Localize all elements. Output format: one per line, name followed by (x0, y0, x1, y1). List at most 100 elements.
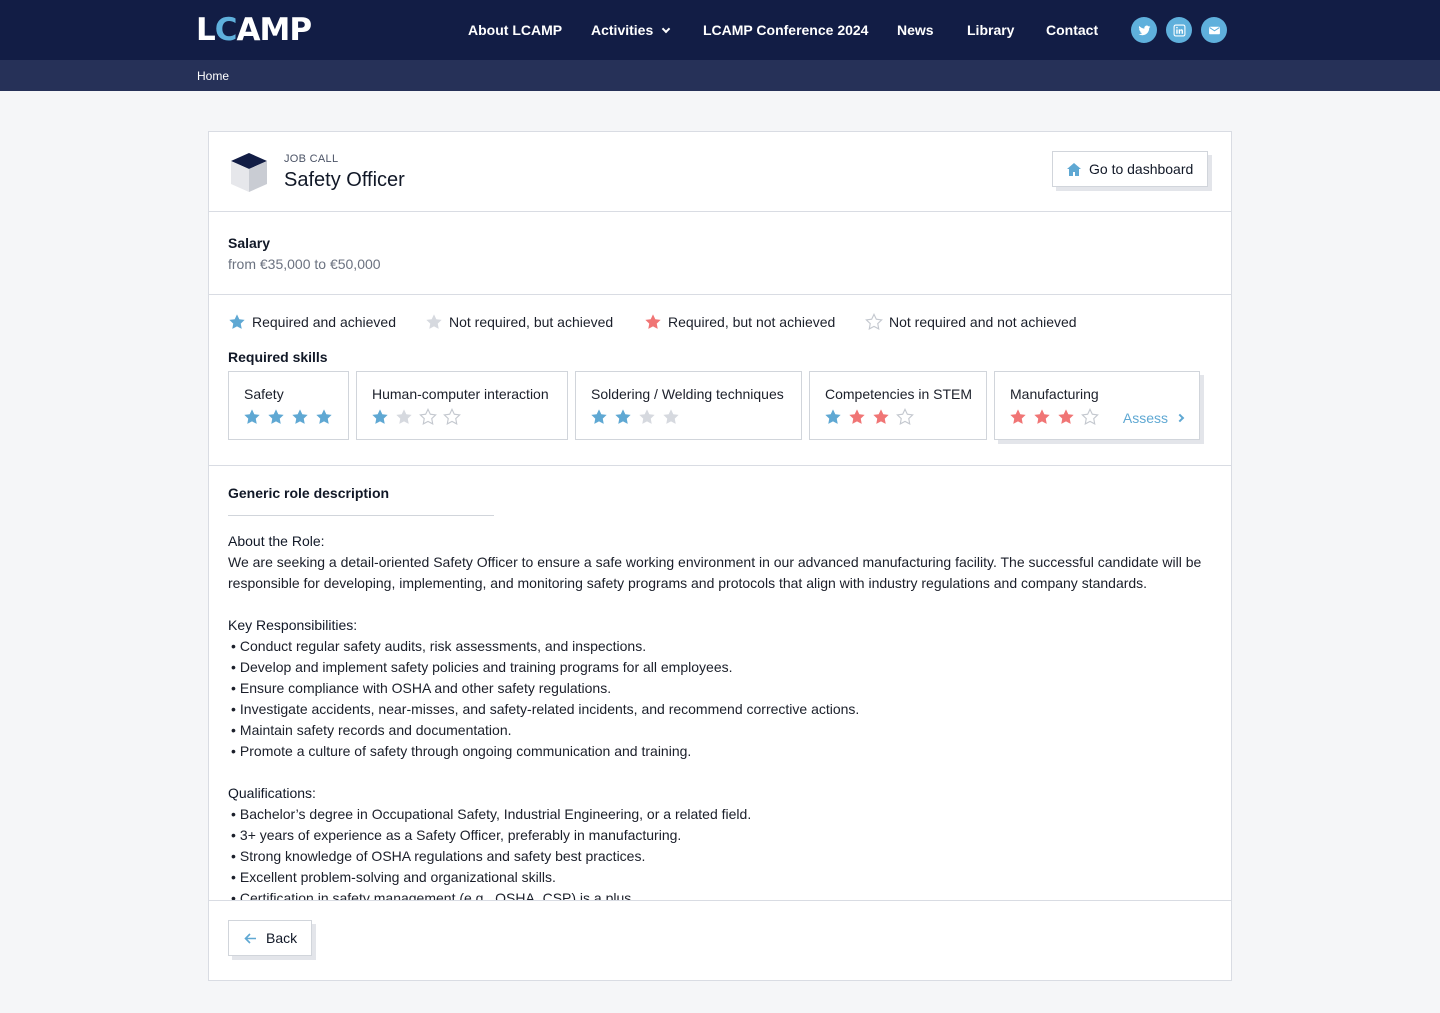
skill-card-stem[interactable]: Competencies in STEM (809, 371, 987, 440)
star-icon (825, 409, 841, 424)
star-icon (591, 409, 607, 424)
star-icon (873, 409, 889, 424)
assess-link[interactable]: Assess (1122, 410, 1185, 426)
legend-label: Not required and not achieved (889, 314, 1077, 330)
star-icon (372, 409, 388, 424)
chevron-right-icon (1175, 413, 1185, 423)
arrow-left-icon (244, 932, 256, 944)
role-description: Generic role description About the Role:… (209, 467, 1231, 900)
back-label: Back (266, 930, 298, 946)
star-icon (292, 409, 308, 424)
star-outline-icon (865, 313, 883, 330)
skill-name: Soldering / Welding techniques (591, 386, 784, 402)
list-item: 3+ years of experience as a Safety Offic… (228, 825, 1218, 846)
list-item: Develop and implement safety policies an… (228, 657, 1218, 678)
list-item: Maintain safety records and documentatio… (228, 720, 1218, 741)
skill-name: Safety (244, 386, 284, 402)
list-item: Bachelor’s degree in Occupational Safety… (228, 804, 1218, 825)
list-item: Ensure compliance with OSHA and other sa… (228, 678, 1218, 699)
list-item: Investigate accidents, near-misses, and … (228, 699, 1218, 720)
card-footer: Back (209, 900, 1231, 980)
top-navigation: LCAMP About LCAMP Activities LCAMP Confe… (0, 0, 1440, 60)
nav-item-conference[interactable]: LCAMP Conference 2024 (703, 22, 868, 38)
chevron-down-icon (662, 24, 671, 34)
assess-label: Assess (1122, 410, 1168, 426)
divider (228, 515, 494, 516)
star-icon (426, 314, 442, 329)
breadcrumb-home[interactable]: Home (197, 69, 229, 83)
list-item: Promote a culture of safety through ongo… (228, 741, 1218, 762)
about-heading: About the Role: (228, 533, 325, 549)
star-icon (1010, 409, 1026, 424)
star-icon (615, 409, 631, 424)
skills-section: Required and achieved Not required, but … (209, 295, 1231, 466)
job-call-card: JOB CALL Safety Officer Go to dashboard … (208, 131, 1232, 981)
about-text: We are seeking a detail-oriented Safety … (228, 554, 1202, 591)
legend-not-required-achieved: Not required, but achieved (425, 313, 613, 331)
qualifications-heading: Qualifications: (228, 785, 316, 801)
go-to-dashboard-button[interactable]: Go to dashboard (1052, 151, 1208, 187)
star-icon (268, 409, 284, 424)
home-icon (1067, 162, 1081, 176)
twitter-icon[interactable] (1131, 17, 1157, 43)
star-icon (645, 314, 661, 329)
description-body: About the Role: We are seeking a detail-… (228, 531, 1218, 900)
list-item: Conduct regular safety audits, risk asse… (228, 636, 1218, 657)
list-item: Strong knowledge of OSHA regulations and… (228, 846, 1218, 867)
nav-item-news[interactable]: News (897, 22, 934, 38)
skill-name: Competencies in STEM (825, 386, 973, 402)
nav-item-library[interactable]: Library (967, 22, 1014, 38)
skill-card-safety[interactable]: Safety (228, 371, 349, 440)
skill-stars (824, 408, 920, 426)
nav-item-contact[interactable]: Contact (1046, 22, 1098, 38)
description-title: Generic role description (228, 485, 390, 501)
skill-stars (590, 408, 686, 426)
skill-stars (1009, 408, 1105, 426)
lcamp-logo[interactable]: LCAMP (196, 12, 312, 48)
breadcrumb-bar: Home (0, 60, 1440, 91)
legend-required-achieved: Required and achieved (228, 313, 396, 331)
required-skills-label: Required skills (228, 349, 328, 365)
legend-label: Not required, but achieved (449, 314, 614, 330)
star-icon (663, 409, 679, 424)
list-item: Excellent problem-solving and organizati… (228, 867, 1218, 888)
star-icon (316, 409, 332, 424)
job-call-label: JOB CALL (284, 153, 339, 165)
legend-label: Required, but not achieved (668, 314, 836, 330)
linkedin-icon[interactable] (1166, 17, 1192, 43)
star-icon (229, 314, 245, 329)
cube-icon (231, 153, 267, 192)
salary-section: Salary from €35,000 to €50,000 (209, 213, 1231, 295)
job-header: JOB CALL Safety Officer Go to dashboard (209, 132, 1231, 212)
skill-card-manufacturing[interactable]: Manufacturing Assess (994, 371, 1200, 440)
star-icon (244, 409, 260, 424)
star-icon (1058, 409, 1074, 424)
nav-item-activities[interactable]: Activities (591, 22, 671, 38)
skill-stars (371, 408, 467, 426)
back-button[interactable]: Back (228, 920, 312, 956)
star-icon (639, 409, 655, 424)
page-title: Safety Officer (284, 169, 405, 191)
star-outline-icon (1081, 408, 1099, 425)
logo-text: LCAMP (196, 12, 312, 48)
star-outline-icon (443, 408, 461, 425)
nav-item-about[interactable]: About LCAMP (468, 22, 562, 38)
legend-not-required-not-achieved: Not required and not achieved (865, 313, 1077, 331)
responsibilities-heading: Key Responsibilities: (228, 617, 358, 633)
skill-card-soldering[interactable]: Soldering / Welding techniques (575, 371, 802, 440)
legend-label: Required and achieved (252, 314, 396, 330)
nav-item-activities-label: Activities (591, 22, 654, 38)
star-icon (1034, 409, 1050, 424)
skill-name: Human-computer interaction (372, 386, 549, 402)
skill-card-hci[interactable]: Human-computer interaction (356, 371, 568, 440)
skill-name: Manufacturing (1010, 386, 1099, 402)
legend-required-not-achieved: Required, but not achieved (644, 313, 835, 331)
list-item: Certification in safety management (e.g.… (228, 888, 1218, 900)
salary-label: Salary (228, 235, 271, 251)
star-icon (396, 409, 412, 424)
mail-icon[interactable] (1201, 17, 1227, 43)
salary-value: from €35,000 to €50,000 (228, 256, 381, 272)
star-icon (849, 409, 865, 424)
